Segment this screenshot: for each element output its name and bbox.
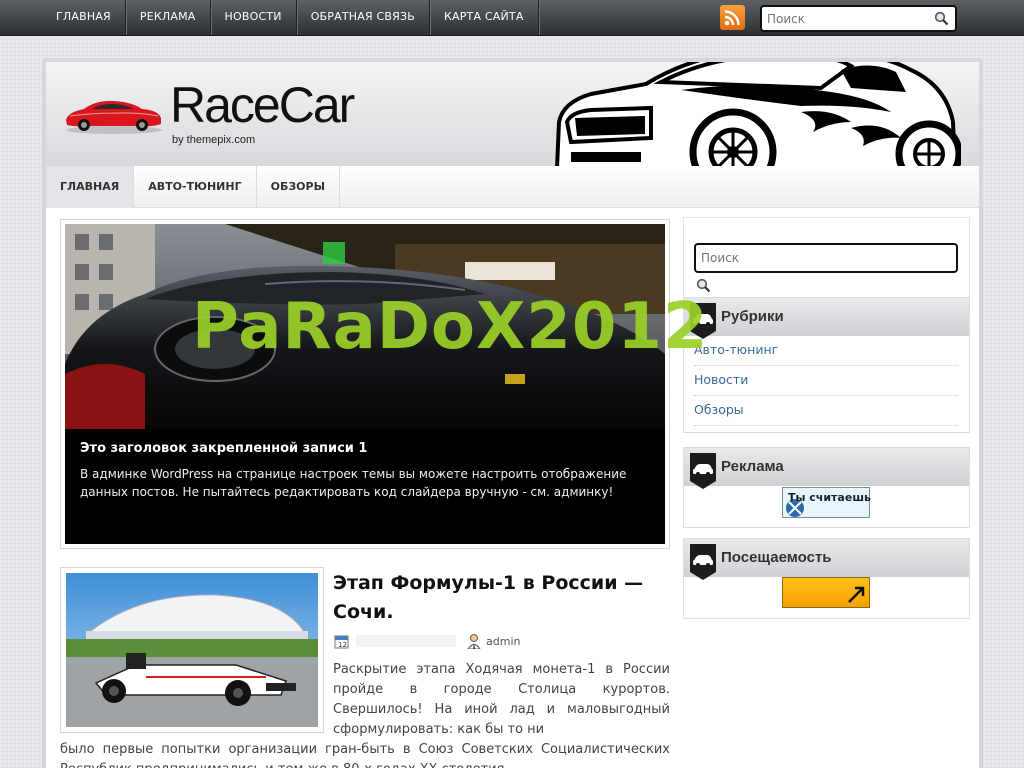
page-wrapper: RaceCar by themepix.com ГЛАВНАЯ АВТО-ТЮН…	[42, 58, 983, 768]
svg-text:12: 12	[338, 641, 347, 649]
sidebar-search-input[interactable]	[701, 251, 941, 265]
ad-banner-label: Ты считаешь	[788, 491, 871, 504]
category-link[interactable]: Новости	[694, 366, 958, 396]
category-link[interactable]: Обзоры	[694, 396, 958, 426]
slide-image	[65, 224, 665, 429]
visits-counter-button[interactable]	[782, 577, 870, 608]
slide-caption: Это заголовок закрепленной записи 1 В ад…	[65, 429, 665, 544]
ads-title: Реклама	[721, 458, 784, 475]
top-bar: ГЛАВНАЯ РЕКЛАМА НОВОСТИ ОБРАТНАЯ СВЯЗЬ К…	[0, 0, 1024, 36]
categories-heading: Рубрики	[684, 298, 969, 339]
top-search-input[interactable]	[767, 11, 927, 27]
arrow-icon	[848, 586, 865, 603]
sidebar-categories-widget: Рубрики Авто-тюнинг Новости Обзоры	[683, 297, 970, 433]
visits-title: Посещаемость	[721, 549, 832, 566]
post-excerpt-part2: было первые попытки организации гран-быт…	[60, 742, 670, 768]
featured-slider[interactable]: Это заголовок закрепленной записи 1 В ад…	[60, 219, 670, 549]
visits-heading: Посещаемость	[684, 539, 969, 580]
post-author[interactable]: admin	[486, 635, 520, 648]
post-title[interactable]: Этап Формулы-1 в России — Сочи.	[333, 569, 673, 627]
top-nav-feedback[interactable]: ОБРАТНАЯ СВЯЗЬ	[297, 0, 430, 35]
sidebar-visits-widget: Посещаемость	[683, 538, 970, 619]
user-icon	[467, 634, 481, 649]
car-badge-icon	[690, 453, 716, 489]
main-nav-home[interactable]: ГЛАВНАЯ	[46, 166, 135, 208]
logo-car-icon	[66, 100, 162, 134]
calendar-icon: 12	[334, 635, 349, 649]
search-icon[interactable]	[934, 11, 949, 30]
top-search	[760, 5, 957, 32]
car-badge-icon	[690, 303, 716, 339]
main-nav-tuning[interactable]: АВТО-ТЮНИНГ	[134, 166, 257, 208]
sidebar-ads-widget: Реклама Ты считаешь	[683, 447, 970, 528]
search-icon[interactable]	[696, 278, 711, 293]
post-date-redacted	[356, 635, 456, 647]
slide-text: В админке WordPress на странице настроек…	[80, 467, 627, 499]
ad-banner-button[interactable]: Ты считаешь	[782, 487, 871, 518]
top-nav-home[interactable]: ГЛАВНАЯ	[42, 0, 126, 35]
categories-title: Рубрики	[721, 308, 784, 325]
rss-icon[interactable]	[720, 5, 745, 30]
post-excerpt-part1: Раскрытие этапа Ходячая монета-1 в Росси…	[333, 662, 670, 737]
top-nav-ads[interactable]: РЕКЛАМА	[126, 0, 211, 35]
site-tagline: by themepix.com	[172, 134, 256, 146]
category-link[interactable]: Авто-тюнинг	[694, 336, 958, 366]
top-nav: ГЛАВНАЯ РЕКЛАМА НОВОСТИ ОБРАТНАЯ СВЯЗЬ К…	[42, 0, 539, 36]
site-header: RaceCar by themepix.com	[46, 62, 979, 166]
sidebar-search	[694, 243, 958, 273]
car-badge-icon	[690, 544, 716, 580]
ads-heading: Реклама	[684, 448, 969, 489]
categories-list: Авто-тюнинг Новости Обзоры	[694, 336, 958, 426]
header-car-illustration	[555, 62, 961, 166]
main-nav-reviews[interactable]: ОБЗОРЫ	[257, 166, 340, 208]
slide-title[interactable]: Это заголовок закрепленной записи 1	[80, 441, 650, 456]
site-logo[interactable]: RaceCar	[170, 76, 355, 134]
top-nav-news[interactable]: НОВОСТИ	[211, 0, 297, 35]
main-nav: ГЛАВНАЯ АВТО-ТЮНИНГ ОБЗОРЫ	[46, 166, 979, 208]
post-excerpt: Раскрытие этапа Ходячая монета-1 в Росси…	[60, 660, 670, 768]
top-nav-sitemap[interactable]: КАРТА САЙТА	[430, 0, 539, 35]
